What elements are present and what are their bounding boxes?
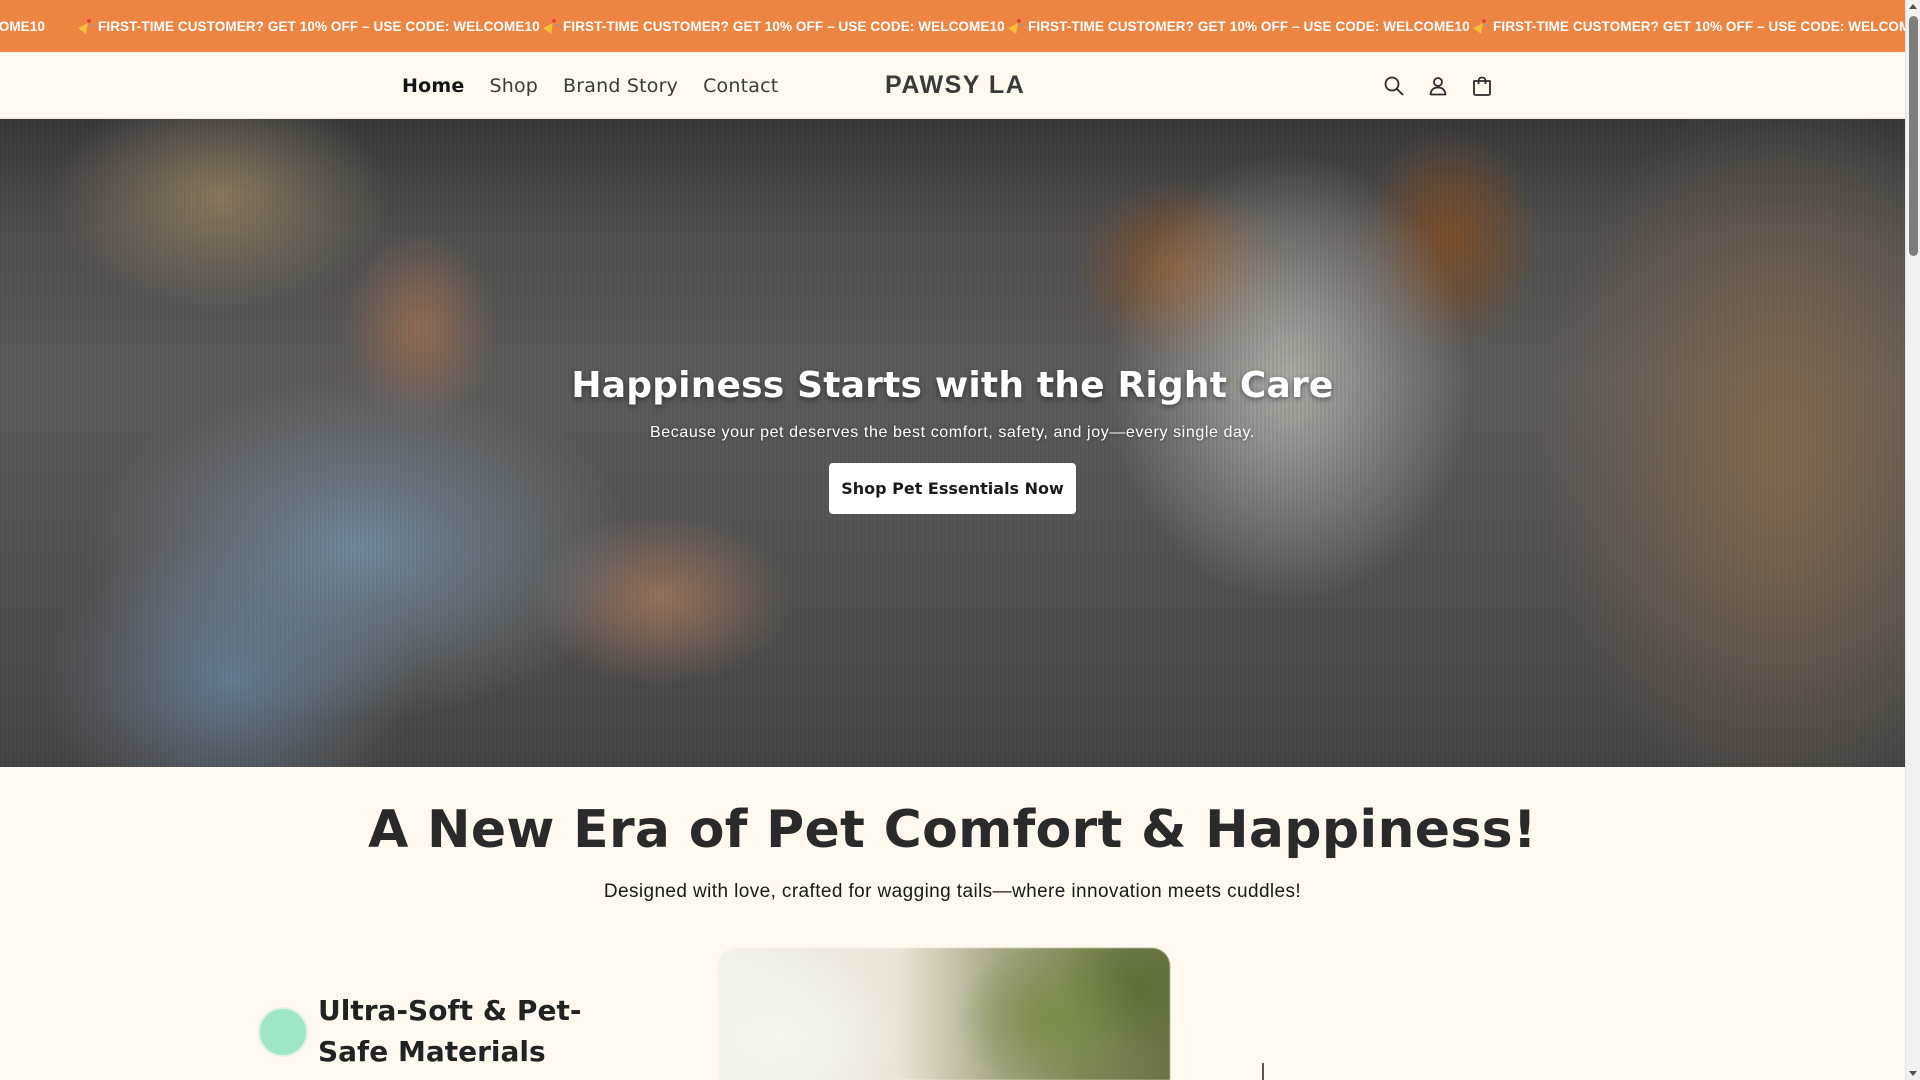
announcement-track: DE: WELCOME10 FIRST-TIME CUSTOMER? GET 1… [0,0,1905,52]
hero-content: Happiness Starts with the Right Care Bec… [0,119,1905,767]
section-subtitle: Designed with love, crafted for wagging … [603,881,1302,902]
party-popper-icon [544,19,558,33]
announcement-item: FIRST-TIME CUSTOMER? GET 10% OFF – USE C… [1009,19,1474,34]
announcement-item: FIRST-TIME CUSTOMER? GET 10% OFF – USE C… [544,19,1009,34]
shop-now-button[interactable]: Shop Pet Essentials Now [829,463,1076,514]
feature-accent-dot [260,1009,306,1055]
hero-banner: Happiness Starts with the Right Care Bec… [0,119,1905,767]
nav-brand-story[interactable]: Brand Story [563,75,678,97]
hero-title: Happiness Starts with the Right Care [571,365,1334,406]
section-title: A New Era of Pet Comfort & Happiness! [368,800,1537,860]
header-icons [1381,52,1495,119]
scroll-thumb[interactable] [1909,16,1918,256]
announcement-text: FIRST-TIME CUSTOMER? GET 10% OFF – USE C… [563,18,1005,34]
hero-subtitle: Because your pet deserves the best comfo… [649,424,1255,441]
announcement-text: DE: WELCOME10 [0,18,45,34]
announcement-item: DE: WELCOME10 [0,19,45,34]
cart-icon[interactable] [1469,73,1495,99]
party-popper-icon [1009,19,1023,33]
main-nav: Home Shop Brand Story Contact [402,52,803,119]
nav-contact[interactable]: Contact [703,75,778,97]
search-icon[interactable] [1381,73,1407,99]
nav-home[interactable]: Home [402,75,464,97]
feature-image [718,948,1170,1080]
page-scrollbar[interactable] [1905,0,1920,1080]
party-popper-icon [1474,19,1488,33]
nav-shop[interactable]: Shop [489,75,538,97]
party-popper-icon [79,19,93,33]
announcement-item: FIRST-TIME CUSTOMER? GET 10% OFF – USE C… [79,19,544,34]
scroll-down-arrow-icon[interactable] [1909,1071,1917,1076]
account-icon[interactable] [1425,73,1451,99]
announcement-text: FIRST-TIME CUSTOMER? GET 10% OFF – USE C… [1028,18,1470,34]
announcement-item: FIRST-TIME CUSTOMER? GET 10% OFF – USE C… [1474,19,1905,34]
feature-title: Ultra-Soft & Pet-Safe Materials [318,994,582,1068]
announcement-text: FIRST-TIME CUSTOMER? GET 10% OFF – USE C… [1493,18,1905,34]
scroll-up-arrow-icon[interactable] [1909,4,1917,9]
site-header: Home Shop Brand Story Contact PAWSY LA [0,52,1905,119]
announcement-bar: DE: WELCOME10 FIRST-TIME CUSTOMER? GET 1… [0,0,1905,52]
site-logo[interactable]: PAWSY LA [885,52,1025,119]
feature-divider [1262,1063,1264,1080]
announcement-text: FIRST-TIME CUSTOMER? GET 10% OFF – USE C… [98,18,540,34]
